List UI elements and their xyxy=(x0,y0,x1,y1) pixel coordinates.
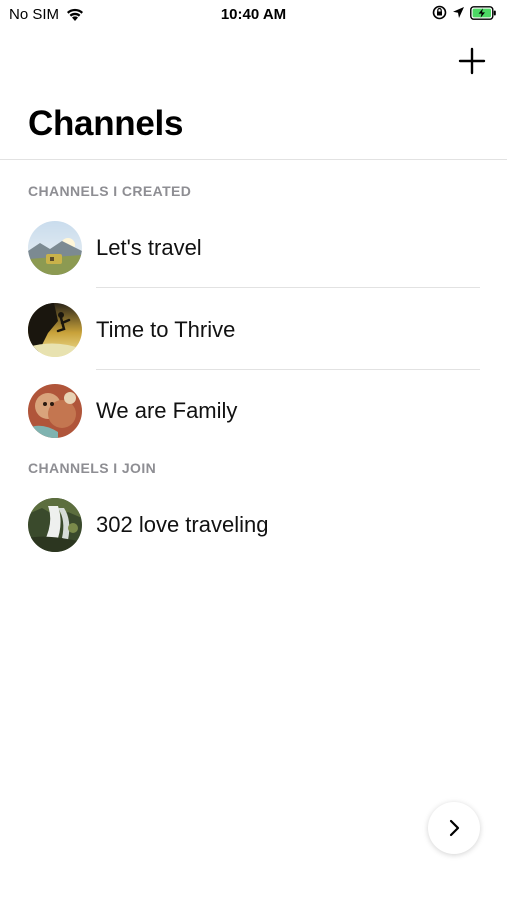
orientation-lock-icon xyxy=(432,5,447,20)
channel-row[interactable]: Let's travel xyxy=(0,208,507,288)
page-title: Channels xyxy=(28,104,184,143)
plus-icon xyxy=(458,47,486,75)
channel-row[interactable]: 302 love traveling xyxy=(0,485,507,565)
section-header-joined: CHANNELS I JOIN xyxy=(28,460,157,476)
status-bar: No SIM 10:40 AM xyxy=(0,0,507,30)
next-button[interactable] xyxy=(428,802,480,854)
status-time: 10:40 AM xyxy=(220,6,287,23)
channels-screen: No SIM 10:40 AM Channels CHANNELS I CREA… xyxy=(0,0,507,900)
climber-avatar xyxy=(28,303,82,357)
row-divider xyxy=(96,369,480,370)
channel-name: Time to Thrive xyxy=(96,317,236,342)
channel-row[interactable]: We are Family xyxy=(0,371,507,451)
location-arrow-icon xyxy=(452,6,465,19)
family-avatar xyxy=(28,384,82,438)
waterfall-avatar xyxy=(28,498,82,552)
battery-charging-icon xyxy=(470,5,497,20)
chevron-right-icon xyxy=(449,819,460,837)
channel-name: We are Family xyxy=(96,398,238,423)
add-channel-button[interactable] xyxy=(457,46,487,76)
status-icons xyxy=(432,5,497,20)
section-header-created: CHANNELS I CREATED xyxy=(28,183,192,199)
row-divider xyxy=(96,287,480,288)
travel-avatar xyxy=(28,221,82,275)
channel-name: Let's travel xyxy=(96,235,202,260)
header-divider xyxy=(0,159,507,160)
channel-row[interactable]: Time to Thrive xyxy=(0,290,507,370)
channel-name: 302 love traveling xyxy=(96,512,269,537)
